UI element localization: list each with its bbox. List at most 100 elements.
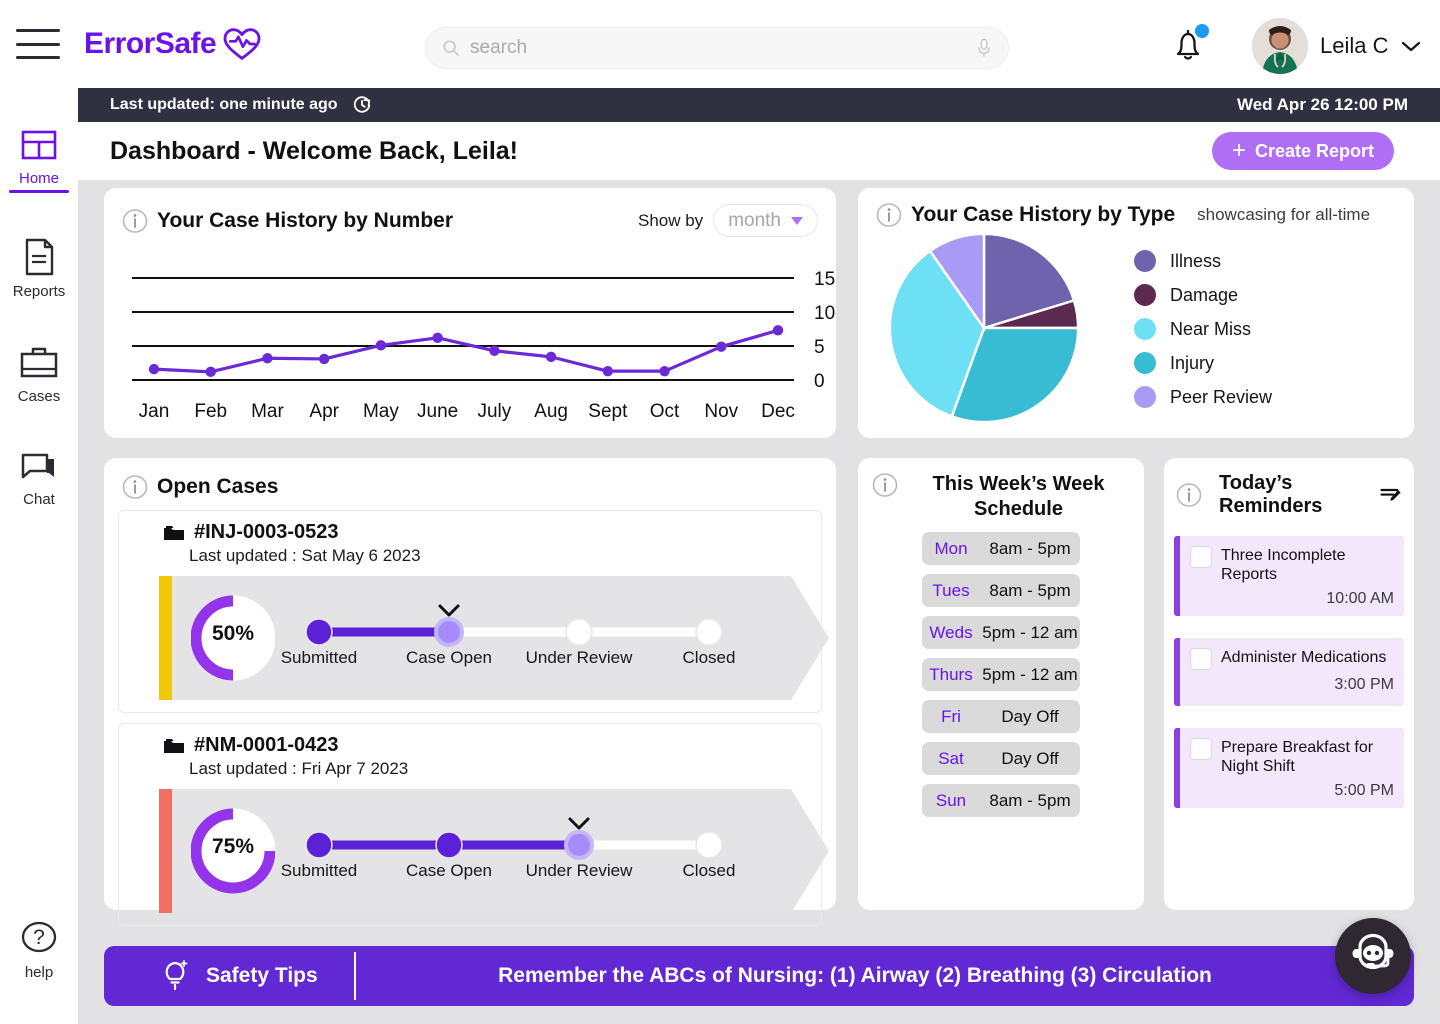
robot-headset-icon (1352, 933, 1394, 970)
last-updated-text: Last updated: one minute ago (110, 96, 338, 113)
data-point[interactable] (148, 363, 160, 375)
reminder-checkbox[interactable] (1190, 546, 1212, 568)
stepper-node[interactable] (695, 831, 723, 859)
data-point[interactable] (262, 353, 273, 364)
stepper-label: Under Review (525, 648, 633, 667)
stepper-node[interactable] (564, 830, 594, 860)
schedule-day: Sun (935, 790, 967, 810)
y-axis-tick: 5 (814, 337, 825, 358)
legend-color-dot (1134, 284, 1156, 306)
stepper-label: Closed (682, 648, 736, 667)
legend-color-dot (1134, 352, 1156, 374)
case-id-row: #NM-0001-0423 (163, 734, 809, 757)
info-icon[interactable] (1176, 482, 1202, 508)
brand-logo[interactable]: ErrorSafe (84, 27, 262, 61)
reminders-title: Today’s Reminders (1219, 472, 1323, 517)
stepper-node[interactable] (305, 618, 333, 646)
legend-label: Damage (1170, 284, 1239, 305)
page-title: Dashboard - Welcome Back, Leila! (110, 136, 518, 165)
sidebar-item-chat[interactable]: Chat (0, 447, 78, 508)
data-point[interactable] (318, 353, 330, 365)
schedule-time: 8am - 5pm (989, 580, 1071, 600)
create-report-button[interactable]: + Create Report (1211, 132, 1394, 170)
folder-icon (164, 738, 184, 753)
line-chart-plot: 0 5 10 15 Jan Feb Mar Apr May June July Aug Sept Oct N… (132, 269, 835, 422)
info-icon[interactable] (872, 472, 898, 498)
schedule-row[interactable]: Weds 5pm - 12 am (922, 616, 1080, 649)
schedule-row[interactable]: Sun 8am - 5pm (922, 784, 1080, 817)
data-point[interactable] (716, 341, 727, 352)
info-icon[interactable] (122, 208, 148, 234)
data-point[interactable] (375, 340, 387, 351)
reminder-checkbox[interactable] (1190, 738, 1212, 760)
safety-tips-banner[interactable]: Safety Tips Remember the ABCs of Nursing… (104, 946, 1414, 1006)
legend-label: Peer Review (1170, 386, 1273, 407)
legend-color-dot (1134, 318, 1156, 340)
pie-chart-legend: Illness Damage Near Miss Injury Peer Review (1134, 244, 1272, 426)
data-point[interactable] (205, 366, 216, 378)
schedule-row[interactable]: Tues 8am - 5pm (922, 574, 1080, 607)
x-axis-tick: Apr (309, 401, 339, 422)
heart-pulse-icon (223, 28, 261, 60)
hamburger-menu-icon[interactable] (16, 29, 60, 59)
show-by-label: Show by (637, 210, 704, 230)
pie-chart-title: Your Case History by Type (911, 203, 1176, 226)
legend-item[interactable]: Illness (1134, 244, 1272, 278)
reminder-item[interactable]: Administer Medications 3:00 PM (1174, 638, 1404, 706)
data-point[interactable] (659, 365, 670, 377)
reminder-item[interactable]: Three Incomplete Reports 10:00 AM (1174, 536, 1404, 616)
edit-list-icon[interactable] (1379, 483, 1402, 507)
stepper-node[interactable] (695, 618, 723, 646)
info-icon[interactable] (876, 202, 902, 228)
reminder-text: Prepare Breakfast for Night Shift (1221, 739, 1374, 775)
refresh-clock-icon[interactable] (352, 95, 372, 115)
case-item[interactable]: #INJ-0003-0523 Last updated : Sat May 6 2… (118, 510, 829, 713)
legend-color-dot (1134, 386, 1156, 408)
data-point[interactable] (772, 325, 784, 336)
chevron-down-icon[interactable] (1400, 39, 1422, 53)
user-menu[interactable]: Leila C (1252, 18, 1422, 74)
info-icon[interactable] (122, 474, 148, 500)
schedule-time: Day Off (1001, 748, 1059, 768)
schedule-day: Fri (941, 706, 961, 726)
legend-item[interactable]: Near Miss (1134, 312, 1272, 346)
stepper-node[interactable] (305, 831, 333, 859)
stepper-node[interactable] (565, 618, 593, 646)
schedule-row[interactable]: Thurs 5pm - 12 am (922, 658, 1080, 691)
data-point[interactable] (432, 332, 443, 344)
schedule-row[interactable]: Sat Day Off (922, 742, 1080, 775)
legend-item[interactable]: Damage (1134, 278, 1272, 312)
case-progress-track: 50% Submitted Case Open Under Review Closed (131, 576, 829, 700)
data-point[interactable] (602, 365, 614, 377)
todays-reminders-card: Today’s Reminders Three Incomplete Repor… (1164, 458, 1414, 910)
chatbot-button[interactable] (1335, 918, 1411, 994)
schedule-day: Thurs (929, 664, 973, 684)
case-item[interactable]: #NM-0001-0423 Last updated : Fri Apr 7 20… (118, 723, 829, 926)
notifications-button[interactable] (1168, 24, 1209, 66)
data-point[interactable] (489, 345, 500, 356)
schedule-row[interactable]: Mon 8am - 5pm (922, 532, 1080, 565)
search-bar[interactable] (425, 27, 1009, 69)
schedule-row[interactable]: Fri Day Off (922, 700, 1080, 733)
microphone-icon[interactable] (976, 38, 992, 58)
show-by-select[interactable]: month (713, 204, 818, 237)
reminder-item[interactable]: Prepare Breakfast for Night Shift 5:00 PM (1174, 728, 1404, 808)
stepper-label: Closed (682, 861, 736, 880)
legend-item[interactable]: Peer Review (1134, 380, 1272, 414)
sidebar-item-help[interactable]: ? help (0, 918, 78, 981)
dashboard-page: ErrorSafe search Leila C Home Reports Ca… (0, 0, 1440, 1024)
sidebar-item-home[interactable]: Home (0, 124, 78, 193)
reminder-checkbox[interactable] (1190, 648, 1212, 670)
legend-item[interactable]: Injury (1134, 346, 1272, 380)
legend-label: Illness (1170, 250, 1222, 271)
sidebar-item-reports[interactable]: Reports (0, 235, 78, 300)
sidebar-item-cases[interactable]: Cases (0, 342, 78, 405)
search-input[interactable] (470, 37, 976, 59)
x-axis-tick: Dec (761, 401, 795, 422)
y-axis-tick: 10 (814, 303, 835, 324)
stepper-node[interactable] (435, 831, 463, 859)
stepper-node[interactable] (434, 617, 464, 647)
schedule-time: 5pm - 12 am (982, 622, 1078, 642)
open-cases-title: Open Cases (157, 475, 279, 498)
data-point[interactable] (545, 351, 557, 363)
